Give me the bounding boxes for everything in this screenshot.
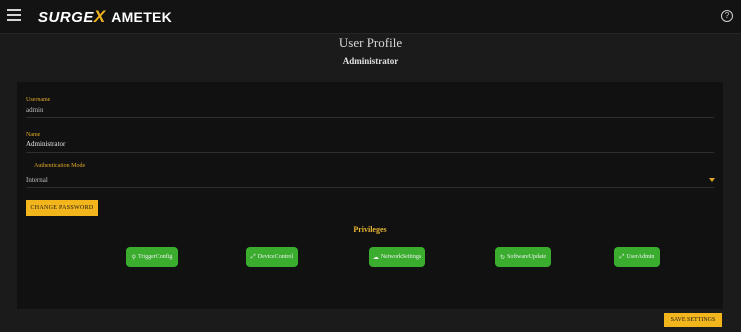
change-password-button[interactable]: CHANGE PASSWORD: [26, 200, 98, 216]
privileges-title: Privileges: [353, 225, 387, 234]
menu-icon[interactable]: [7, 9, 21, 23]
privilege-label: NetworkSettings: [380, 254, 422, 260]
auth-mode-underline: [26, 187, 714, 188]
save-settings-button[interactable]: SAVE SETTINGS: [664, 313, 722, 327]
auth-mode-select[interactable]: Internal: [26, 176, 48, 184]
logo: SURGE X AMETEK: [38, 7, 172, 27]
username-label: Username: [26, 97, 51, 103]
privilege-software-update[interactable]: ↻ SoftwareUpdate: [495, 247, 551, 267]
privilege-network-settings[interactable]: ☁ NetworkSettings: [369, 247, 425, 267]
privilege-trigger-config[interactable]: ⚲ TriggerConfig: [126, 247, 178, 267]
refresh-icon: ↻: [499, 254, 506, 261]
top-bar: SURGE X AMETEK ?: [0, 0, 741, 34]
privilege-label: SoftwareUpdate: [507, 254, 547, 260]
name-label: Name: [26, 132, 41, 138]
profile-card: Username admin Name Administrator Authen…: [17, 82, 723, 309]
name-underline: [26, 152, 714, 153]
privilege-label: DeviceControl: [257, 254, 294, 260]
page-title: User Profile: [338, 35, 403, 50]
logo-ametek-text: AMETEK: [111, 9, 173, 25]
name-field[interactable]: Administrator: [26, 140, 65, 148]
username-field[interactable]: admin: [26, 106, 44, 114]
privilege-label: TriggerConfig: [137, 254, 173, 260]
role-subtitle: Administrator: [342, 56, 399, 66]
expand-icon: ⤢: [250, 253, 256, 260]
privilege-user-admin[interactable]: ⤢ UserAdmin: [614, 247, 660, 267]
help-icon[interactable]: ?: [721, 10, 733, 22]
logo-surge-text: SURGE: [38, 8, 94, 26]
privilege-label: UserAdmin: [626, 254, 655, 260]
username-underline: [26, 117, 714, 118]
privilege-device-control[interactable]: ⤢ DeviceControl: [246, 247, 298, 267]
user-admin-icon: ⤢: [619, 253, 625, 260]
logo-x-mark: X: [93, 7, 106, 26]
location-icon: ⚲: [131, 254, 136, 261]
network-icon: ☁: [372, 254, 379, 261]
chevron-down-icon[interactable]: [709, 178, 715, 182]
auth-mode-label: Authentication Mode: [34, 163, 86, 169]
